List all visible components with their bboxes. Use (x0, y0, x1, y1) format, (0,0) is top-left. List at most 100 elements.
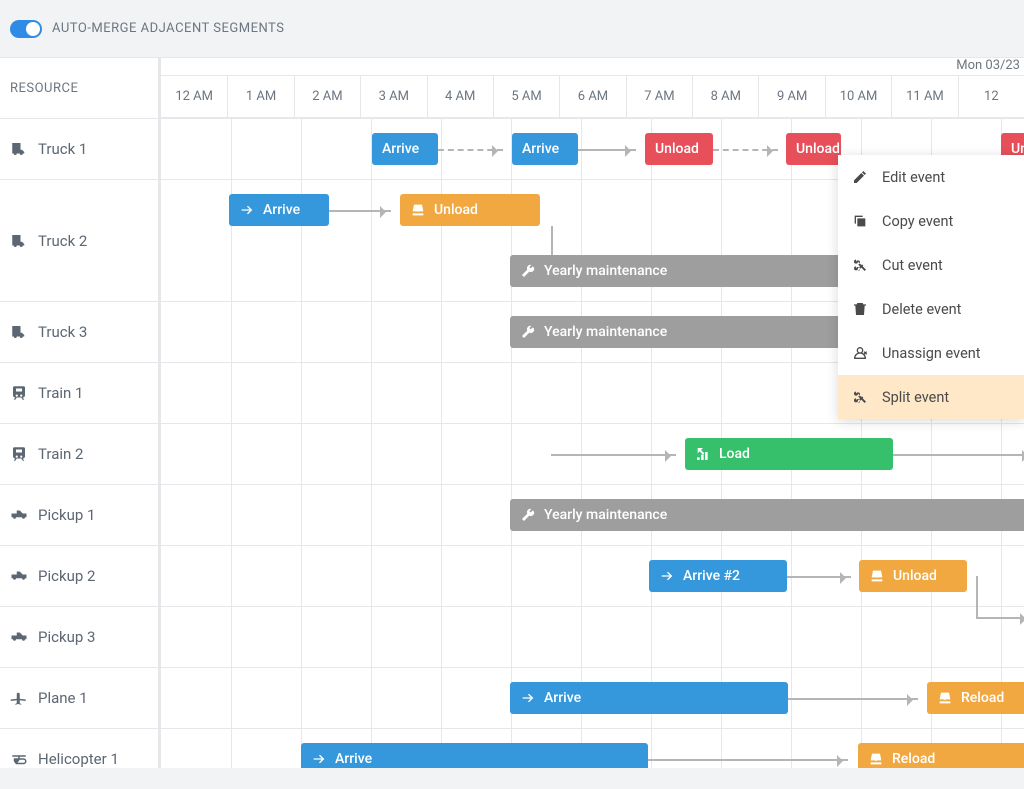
resource-header: RESOURCE (0, 58, 158, 118)
dependency-line (578, 149, 636, 151)
hour-cell: 4 AM (427, 76, 493, 117)
event-arrive[interactable]: Arrive (512, 133, 578, 165)
resource-label: Pickup 2 (38, 567, 95, 585)
event-unload[interactable]: Unload (645, 133, 713, 165)
pickup-icon (10, 567, 28, 585)
event-arrive[interactable]: Arrive (372, 133, 438, 165)
unload-icon (410, 202, 426, 218)
auto-merge-label: AUTO-MERGE ADJACENT SEGMENTS (52, 21, 284, 36)
menu-unassign-event[interactable]: Unassign event (838, 331, 1024, 375)
hour-cell: 5 AM (493, 76, 559, 117)
menu-delete-event[interactable]: Delete event (838, 287, 1024, 331)
event-unload[interactable]: Unload (400, 194, 540, 226)
resource-label: Pickup 1 (38, 506, 95, 524)
context-menu: Edit event Copy event Cut event Delete e… (838, 155, 1024, 419)
resource-label: Plane 1 (38, 689, 88, 707)
date-header: Mon 03/23 (161, 58, 1024, 76)
hour-cell: 6 AM (559, 76, 625, 117)
truck-icon (10, 323, 28, 341)
event-arrive[interactable]: Arrive (510, 682, 788, 714)
dependency-line (329, 210, 391, 212)
truck-icon (10, 140, 28, 158)
hour-cell: 7 AM (626, 76, 692, 117)
reload-icon (868, 751, 884, 767)
train-icon (10, 445, 28, 463)
timeline-row[interactable]: Arrive #2 Unload (161, 545, 1024, 606)
dependency-line (788, 698, 918, 700)
resource-label: Truck 2 (38, 232, 87, 250)
pickup-icon (10, 628, 28, 646)
event-unload[interactable]: Unload (859, 560, 967, 592)
hour-cell: 1 AM (227, 76, 293, 117)
timeline-row[interactable]: Arrive Reload (161, 728, 1024, 768)
dependency-line (648, 759, 848, 761)
event-arrive[interactable]: Arrive (229, 194, 329, 226)
load-icon (695, 446, 711, 462)
event-arrive[interactable]: Arrive (301, 743, 648, 768)
auto-merge-toggle[interactable] (10, 20, 42, 38)
event-arrive[interactable]: Arrive #2 (649, 560, 787, 592)
hour-cell: 12 (958, 76, 1024, 117)
hour-cell: 3 AM (360, 76, 426, 117)
event-reload[interactable]: Reload (858, 743, 1024, 768)
resource-row[interactable]: Pickup 3 (0, 606, 158, 667)
menu-copy-event[interactable]: Copy event (838, 199, 1024, 243)
menu-cut-event[interactable]: Cut event (838, 243, 1024, 287)
scissor-icon (852, 257, 868, 273)
resource-label: Train 2 (38, 445, 83, 463)
resource-label: Pickup 3 (38, 628, 95, 646)
dependency-line (713, 149, 778, 151)
resource-row[interactable]: Train 1 (0, 362, 158, 423)
dependency-line (976, 576, 978, 618)
arrow-icon (659, 568, 675, 584)
copy-icon (852, 213, 868, 229)
timeline-row[interactable]: Load (161, 423, 1024, 484)
unassign-icon (852, 345, 868, 361)
event-load[interactable]: Load (685, 438, 893, 470)
pickup-icon (10, 506, 28, 524)
resource-row[interactable]: Pickup 1 (0, 484, 158, 545)
timeline-row[interactable]: Arrive Reload (161, 667, 1024, 728)
resource-column: RESOURCE Truck 1 Truck 2 Truck 3 Train 1… (0, 58, 158, 768)
resource-row[interactable]: Truck 2 (0, 179, 158, 301)
resource-row[interactable]: Helicopter 1 (0, 728, 158, 789)
event-unload[interactable]: Unload (786, 133, 841, 165)
dependency-line (551, 454, 676, 456)
event-maintenance[interactable]: Yearly maintenance (510, 499, 1024, 531)
truck-icon (10, 232, 28, 250)
resource-label: Truck 1 (38, 140, 87, 158)
hour-cell: 12 AM (161, 76, 227, 117)
resource-label: Train 1 (38, 384, 83, 402)
timeline-row[interactable]: Yearly maintenance (161, 484, 1024, 545)
menu-split-event[interactable]: Split event (838, 375, 1024, 419)
dependency-line (976, 617, 1024, 619)
toolbar: AUTO-MERGE ADJACENT SEGMENTS (0, 0, 1024, 58)
train-icon (10, 384, 28, 402)
wrench-icon (520, 263, 536, 279)
resource-row[interactable]: Truck 3 (0, 301, 158, 362)
hour-cell: 8 AM (692, 76, 758, 117)
wrench-icon (520, 507, 536, 523)
resource-row[interactable]: Truck 1 (0, 118, 158, 179)
hour-cell: 10 AM (825, 76, 891, 117)
hour-cell: 2 AM (294, 76, 360, 117)
event-reload[interactable]: Reload (927, 682, 1024, 714)
resource-row[interactable]: Train 2 (0, 423, 158, 484)
plane-icon (10, 689, 28, 707)
pencil-icon (852, 169, 868, 185)
resource-label: Helicopter 1 (38, 750, 119, 768)
dependency-line (893, 454, 1024, 456)
timeline-row[interactable] (161, 606, 1024, 667)
resource-row[interactable]: Plane 1 (0, 667, 158, 728)
menu-edit-event[interactable]: Edit event (838, 155, 1024, 199)
unload-icon (869, 568, 885, 584)
arrow-icon (311, 751, 327, 767)
arrow-icon (520, 690, 536, 706)
helicopter-icon (10, 750, 28, 768)
scissor-icon (852, 389, 868, 405)
resource-row[interactable]: Pickup 2 (0, 545, 158, 606)
hours-header: 12 AM 1 AM 2 AM 3 AM 4 AM 5 AM 6 AM 7 AM… (161, 76, 1024, 118)
wrench-icon (520, 324, 536, 340)
resource-label: Truck 3 (38, 323, 87, 341)
hour-cell: 11 AM (891, 76, 957, 117)
